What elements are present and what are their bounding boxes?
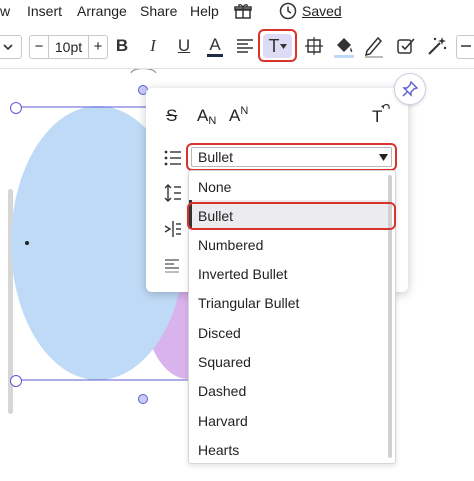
resize-handle-bottom-left[interactable] — [10, 375, 22, 387]
text-options-label: T — [268, 35, 280, 56]
indent-icon[interactable] — [164, 220, 182, 238]
more-tools-box[interactable] — [456, 35, 474, 59]
style-icon[interactable] — [396, 36, 416, 56]
bold-button[interactable]: B — [109, 32, 135, 60]
subscript-button[interactable]: AN — [197, 106, 217, 127]
option-squared[interactable]: Squared — [198, 354, 251, 370]
chevron-down-icon — [3, 44, 13, 51]
caret-down-icon — [279, 43, 287, 49]
superscript-button[interactable]: AN — [229, 105, 249, 126]
option-dashed[interactable]: Dashed — [198, 383, 246, 399]
menu-view[interactable]: w — [0, 3, 10, 19]
menu-arrange[interactable]: Arrange — [77, 3, 127, 19]
bullet-list-icon — [164, 150, 181, 166]
selected-option-highlight — [187, 202, 396, 230]
save-status[interactable]: Saved — [302, 3, 342, 19]
minus-icon — [461, 45, 471, 47]
menu-share[interactable]: Share — [140, 3, 177, 19]
pin-icon — [402, 81, 418, 97]
menu-bar: w Insert Arrange Share Help Saved — [0, 0, 474, 24]
resize-handle-top-left[interactable] — [10, 102, 22, 114]
text-color-label: A — [207, 35, 223, 57]
clock-icon — [279, 2, 297, 20]
option-inverted-bullet[interactable]: Inverted Bullet — [198, 266, 288, 282]
crop-icon[interactable] — [304, 36, 324, 56]
option-disced[interactable]: Disced — [198, 325, 241, 341]
toolbar: − 10pt + B I U A T — [0, 26, 474, 69]
subscript-mark: N — [208, 115, 217, 127]
magic-wand-icon[interactable] — [426, 35, 448, 57]
subscript-base: A — [197, 106, 209, 125]
undo-arrow-icon — [381, 103, 390, 110]
increase-font-size-button[interactable]: + — [88, 36, 107, 58]
bullet-style-select[interactable]: Bullet — [191, 147, 392, 167]
clear-formatting-button[interactable]: T — [372, 103, 390, 127]
superscript-base: A — [229, 106, 241, 125]
option-numbered[interactable]: Numbered — [198, 237, 263, 253]
font-dropdown[interactable] — [0, 35, 22, 59]
caret-down-icon — [379, 154, 388, 161]
underline-button[interactable]: U — [171, 32, 197, 60]
paragraph-spacing-icon[interactable] — [164, 258, 180, 274]
bullet-select-value: Bullet — [198, 149, 234, 165]
font-size-stepper[interactable]: − 10pt + — [29, 35, 108, 59]
align-icon[interactable] — [236, 38, 254, 54]
option-harvard[interactable]: Harvard — [198, 413, 248, 429]
italic-button[interactable]: I — [140, 32, 166, 60]
decrease-font-size-button[interactable]: − — [30, 36, 49, 58]
option-none[interactable]: None — [198, 179, 231, 195]
menu-help[interactable]: Help — [190, 3, 219, 19]
text-color-button[interactable]: A — [202, 32, 228, 60]
superscript-mark: N — [240, 105, 249, 117]
text-options-button[interactable]: T — [263, 34, 292, 58]
gift-icon[interactable] — [234, 2, 252, 20]
option-triangular-bullet[interactable]: Triangular Bullet — [198, 295, 299, 311]
line-color-icon[interactable] — [364, 35, 384, 59]
fill-color-icon[interactable] — [333, 35, 355, 59]
font-size-value[interactable]: 10pt — [49, 39, 88, 55]
pin-button[interactable] — [394, 73, 426, 105]
menu-insert[interactable]: Insert — [27, 3, 62, 19]
option-hearts[interactable]: Hearts — [198, 442, 239, 458]
strikethrough-button[interactable]: S — [166, 106, 177, 126]
line-spacing-icon[interactable] — [164, 183, 182, 203]
